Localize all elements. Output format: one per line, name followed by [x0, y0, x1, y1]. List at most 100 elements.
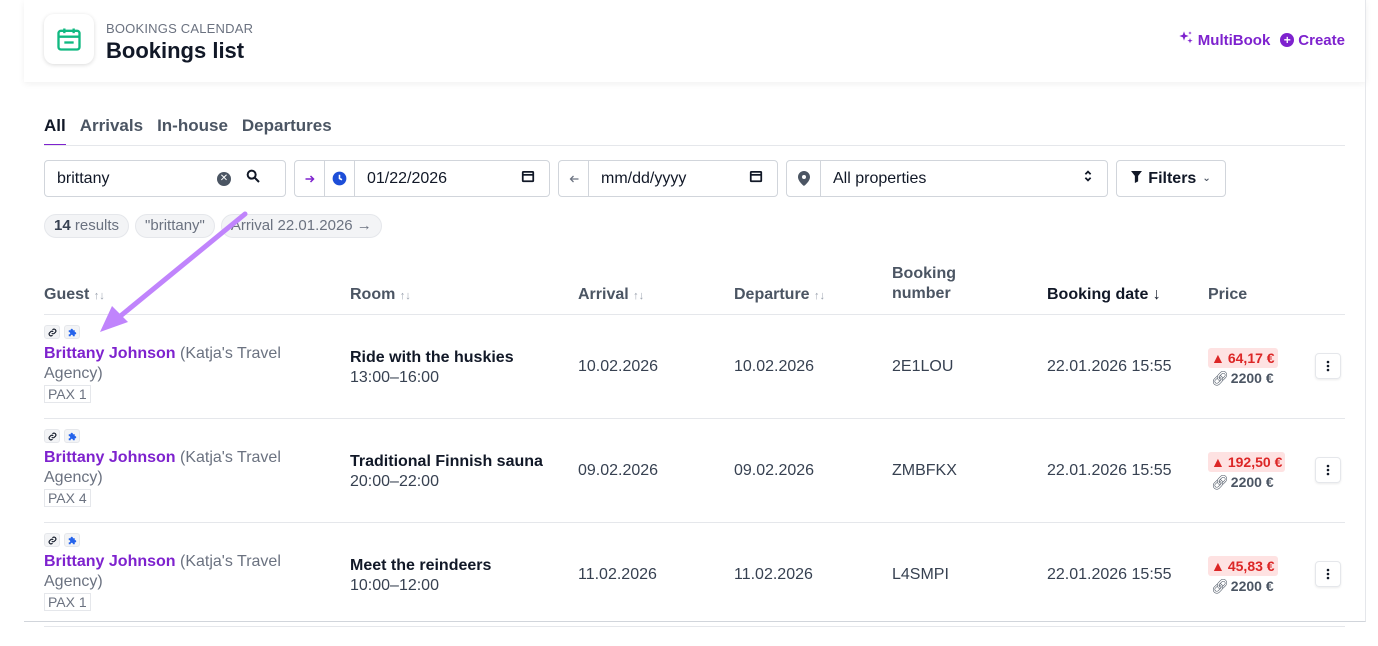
room-name: Ride with the huskies [350, 349, 514, 366]
page-header: BOOKINGS CALENDAR Bookings list MultiBoo… [24, 0, 1366, 82]
tab-in-house[interactable]: In-house [157, 116, 228, 146]
column-room[interactable]: Room ↑↓ [350, 286, 411, 304]
departure-cell: 11.02.2026 [734, 566, 813, 583]
departure-cell: 10.02.2026 [734, 358, 815, 375]
departure-date-filter: mm/dd/yyyy [558, 160, 778, 197]
warning-icon: ▲ [1211, 350, 1225, 366]
breadcrumb[interactable]: BOOKINGS CALENDAR [106, 21, 253, 36]
search-query-chip[interactable]: "brittany" [135, 214, 215, 238]
guest-agency: (Katja's Travel [175, 449, 281, 466]
pax-badge: PAX 1 [44, 385, 91, 403]
link-icon: 🔗︎ [1211, 474, 1229, 490]
room-time: 10:00–12:00 [350, 577, 439, 594]
room-cell: Traditional Finnish sauna 20:00–22:00 [350, 452, 543, 492]
column-arrival[interactable]: Arrival ↑↓ [578, 286, 644, 304]
calendar-icon [44, 14, 94, 64]
property-select[interactable]: All properties [786, 160, 1108, 197]
main-content: All Arrivals In-house Departures ✕ [24, 82, 1366, 627]
create-label: Create [1298, 31, 1345, 49]
price-cell: ▲ 64,17 € 🔗︎ 2200 € [1208, 348, 1278, 388]
sparkles-icon [1178, 30, 1194, 50]
price-cell: ▲ 45,83 € 🔗︎ 2200 € [1208, 556, 1278, 596]
price-due: 45,83 € [1227, 558, 1275, 574]
link-icon: 🔗︎ [1211, 578, 1229, 594]
guest-name-link[interactable]: Brittany Johnson [44, 553, 176, 570]
guest-name-link[interactable]: Brittany Johnson [44, 345, 176, 362]
column-booking-date[interactable]: Booking date ↓ [1047, 286, 1161, 304]
sort-icon: ↑↓ [93, 290, 105, 302]
link-icon: 🔗︎ [1211, 370, 1229, 386]
arrival-date-input[interactable]: 01/22/2026 [355, 170, 521, 188]
guest-agency-cont: Agency) [44, 365, 103, 382]
arrival-filter-chip[interactable]: Arrival 22.01.2026 → [220, 214, 382, 238]
arrival-cell: 10.02.2026 [578, 358, 659, 375]
calendar-picker-icon[interactable] [749, 169, 763, 188]
updown-chevron-icon [1083, 169, 1093, 188]
row-badges [44, 325, 80, 339]
calendar-picker-icon[interactable] [521, 169, 535, 188]
multibook-button[interactable]: MultiBook [1178, 30, 1271, 50]
row-menu-button[interactable] [1315, 353, 1341, 379]
tab-all[interactable]: All [44, 116, 66, 146]
tab-bar: All Arrivals In-house Departures [44, 116, 332, 146]
room-time: 13:00–16:00 [350, 369, 439, 386]
booking-number-cell: ZMBFKX [892, 462, 957, 479]
multibook-label: MultiBook [1197, 31, 1271, 49]
arrow-right-icon [295, 161, 325, 196]
link-icon [44, 533, 60, 547]
room-name: Meet the reindeers [350, 557, 492, 574]
results-count: 14 [54, 217, 71, 234]
link-icon [44, 429, 60, 443]
sort-icon: ↑↓ [633, 290, 645, 302]
booking-date-cell: 22.01.2026 15:55 [1047, 566, 1172, 583]
column-guest-label: Guest [44, 286, 90, 303]
puzzle-icon [64, 429, 80, 443]
results-count-chip: 14 results [44, 214, 130, 238]
warning-icon: ▲ [1211, 558, 1225, 574]
link-icon [44, 325, 60, 339]
guest-cell: Brittany Johnson (Katja's Travel Agency) [44, 344, 334, 384]
map-pin-icon [787, 161, 821, 196]
pax-badge: PAX 4 [44, 489, 91, 507]
table-header: Guest ↑↓ Room ↑↓ Arrival ↑↓ Departure ↑↓… [44, 262, 1345, 315]
row-menu-button[interactable] [1315, 561, 1341, 587]
guest-agency-cont: Agency) [44, 469, 103, 486]
tab-arrivals[interactable]: Arrivals [80, 116, 143, 146]
filters-button[interactable]: Filters ⌄ [1116, 160, 1226, 197]
guest-cell: Brittany Johnson (Katja's Travel Agency) [44, 552, 334, 592]
tab-departures[interactable]: Departures [242, 116, 332, 146]
column-guest[interactable]: Guest ↑↓ [44, 286, 105, 304]
column-booking-date-label: Booking date [1047, 286, 1149, 303]
booking-number-cell: L4SMPI [892, 566, 949, 583]
room-cell: Meet the reindeers 10:00–12:00 [350, 556, 491, 596]
guest-name-link[interactable]: Brittany Johnson [44, 449, 176, 466]
guest-agency-cont: Agency) [44, 573, 103, 590]
sort-desc-icon: ↓ [1152, 286, 1161, 303]
search-icon[interactable] [245, 168, 261, 189]
departure-date-input[interactable]: mm/dd/yyyy [589, 170, 749, 188]
price-paid: 🔗︎ 2200 € [1211, 368, 1278, 388]
table-row[interactable]: Brittany Johnson (Katja's Travel Agency) … [44, 315, 1345, 419]
clear-icon[interactable]: ✕ [217, 171, 231, 186]
table-row[interactable]: Brittany Johnson (Katja's Travel Agency) … [44, 419, 1345, 523]
header-actions: MultiBook + Create [1178, 30, 1345, 50]
price-due-badge: ▲ 45,83 € [1208, 556, 1278, 576]
table-row[interactable]: Brittany Johnson (Katja's Travel Agency) … [44, 523, 1345, 627]
search-box: ✕ [44, 160, 286, 197]
column-booking-number-label-2: number [892, 285, 951, 302]
column-departure-label: Departure [734, 286, 810, 303]
price-due: 192,50 € [1227, 454, 1283, 470]
search-input[interactable] [57, 169, 217, 188]
booking-number-cell: 2E1LOU [892, 358, 954, 375]
column-booking-number[interactable]: Booking number [892, 264, 956, 304]
booking-date-cell: 22.01.2026 15:55 [1047, 462, 1172, 479]
clock-icon [325, 161, 355, 196]
room-time: 20:00–22:00 [350, 473, 439, 490]
create-button[interactable]: + Create [1280, 30, 1345, 50]
row-menu-button[interactable] [1315, 457, 1341, 483]
booking-date-cell: 22.01.2026 15:55 [1047, 358, 1172, 375]
column-price: Price [1208, 286, 1248, 303]
column-departure[interactable]: Departure ↑↓ [734, 286, 825, 304]
sort-icon: ↑↓ [399, 290, 411, 302]
room-cell: Ride with the huskies 13:00–16:00 [350, 348, 514, 388]
